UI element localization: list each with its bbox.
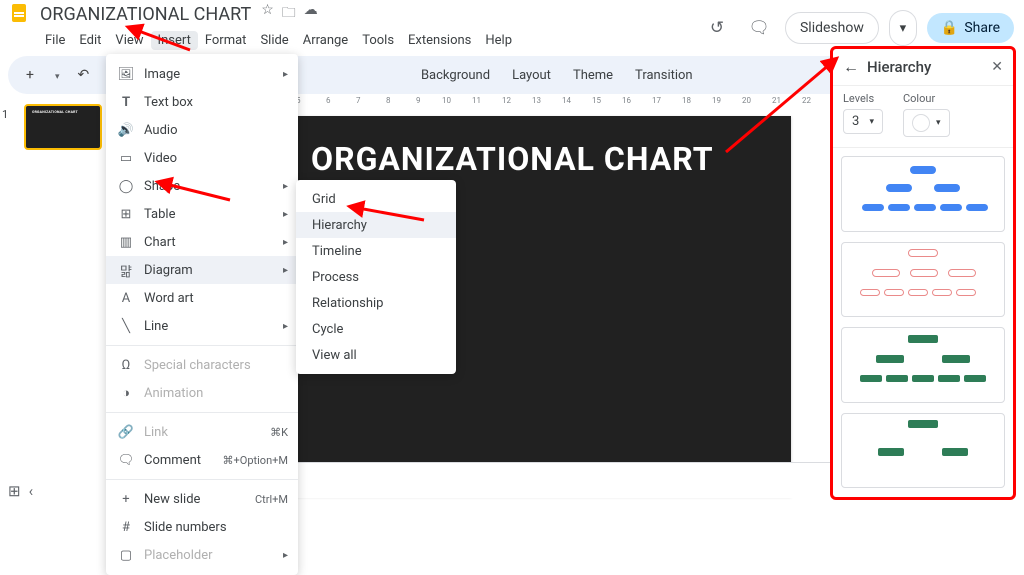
menu-item-shape[interactable]: ◯Shape▸ (106, 172, 298, 200)
levels-label: Levels (843, 92, 883, 105)
new-slide-button[interactable]: + (20, 63, 40, 87)
submenu-cycle[interactable]: Cycle (296, 316, 456, 342)
video-icon: ▭ (118, 151, 134, 166)
line-icon: ╲ (118, 319, 134, 334)
explore-icon[interactable]: ⊞ (8, 482, 21, 500)
collapse-filmstrip-icon[interactable]: ‹ (29, 482, 34, 500)
textbox-icon: 𝐓 (118, 95, 134, 110)
menu-item-textbox[interactable]: 𝐓Text box (106, 88, 298, 116)
slide-thumbnail[interactable]: ORGANIZATIONAL CHART (24, 104, 102, 150)
diagram-icon: 먊 (118, 261, 134, 280)
toolbar-layout[interactable]: Layout (504, 64, 559, 87)
menu-item-new-slide[interactable]: +New slideCtrl+M (106, 485, 298, 513)
filmstrip: 1 ORGANIZATIONAL CHART (0, 96, 106, 508)
menu-item-audio[interactable]: 🔊Audio (106, 116, 298, 144)
submenu-hierarchy[interactable]: Hierarchy (296, 212, 456, 238)
colour-selector[interactable]: ▾ (903, 109, 950, 137)
document-title[interactable]: ORGANIZATIONAL CHART (36, 4, 255, 25)
slides-logo[interactable] (8, 2, 32, 26)
menu-extensions[interactable]: Extensions (401, 31, 478, 50)
close-icon[interactable]: ✕ (991, 59, 1003, 75)
table-icon: ⊞ (118, 207, 134, 222)
menu-item-link: 🔗Link⌘K (106, 418, 298, 446)
slideshow-button[interactable]: Slideshow (785, 12, 879, 44)
comment-icon: 🗨 (118, 453, 134, 468)
toolbar-theme[interactable]: Theme (565, 64, 621, 87)
menu-item-line[interactable]: ╲Line▸ (106, 312, 298, 340)
template-hierarchy-2[interactable] (841, 242, 1005, 318)
omega-icon: Ω (118, 358, 134, 373)
numbers-icon: # (118, 520, 134, 535)
animation-icon: ◑ (118, 385, 134, 401)
menu-item-table[interactable]: ⊞Table▸ (106, 200, 298, 228)
menu-format[interactable]: Format (198, 31, 254, 50)
star-icon[interactable]: ☆ (261, 2, 274, 26)
menu-item-chart[interactable]: ▥Chart▸ (106, 228, 298, 256)
history-icon[interactable]: ↺ (701, 12, 733, 44)
template-hierarchy-4[interactable] (841, 413, 1005, 489)
insert-menu-dropdown: 🖼Image▸ 𝐓Text box 🔊Audio ▭Video ◯Shape▸ … (106, 54, 298, 575)
move-icon[interactable]: 🗀 (282, 2, 296, 26)
menu-item-special-characters: ΩSpecial characters (106, 351, 298, 379)
menu-item-diagram[interactable]: 먊Diagram▸ (106, 256, 298, 284)
levels-selector[interactable]: 3▾ (843, 109, 883, 134)
menu-slide[interactable]: Slide (253, 31, 295, 50)
color-swatch (912, 114, 930, 132)
audio-icon: 🔊 (118, 123, 134, 138)
submenu-process[interactable]: Process (296, 264, 456, 290)
template-hierarchy-1[interactable] (841, 156, 1005, 232)
comments-icon[interactable]: 🗨 (743, 12, 775, 44)
new-slide-dropdown[interactable] (46, 63, 66, 87)
toolbar-background[interactable]: Background (413, 64, 498, 87)
share-button[interactable]: 🔒Share (927, 13, 1014, 43)
slide-title-text[interactable]: ORGANIZATIONAL CHART (311, 140, 714, 178)
image-icon: 🖼 (118, 67, 134, 82)
wordart-icon: A (118, 291, 134, 306)
diagram-sidebar: ← Hierarchy ✕ Levels 3▾ Colour ▾ (830, 46, 1016, 500)
menu-arrange[interactable]: Arrange (296, 31, 355, 50)
menu-tools[interactable]: Tools (355, 31, 401, 50)
menu-item-slide-numbers[interactable]: #Slide numbers (106, 513, 298, 541)
menu-item-video[interactable]: ▭Video (106, 144, 298, 172)
menu-insert[interactable]: Insert (151, 31, 198, 50)
menu-item-placeholder: ▢Placeholder▸ (106, 541, 298, 569)
slide-number: 1 (2, 108, 8, 121)
menu-item-animation: ◑Animation (106, 379, 298, 407)
submenu-relationship[interactable]: Relationship (296, 290, 456, 316)
diagram-submenu: Grid Hierarchy Timeline Process Relation… (296, 180, 456, 374)
plus-icon: + (118, 492, 134, 507)
slideshow-dropdown[interactable]: ▾ (889, 10, 917, 46)
undo-button[interactable]: ↶ (71, 63, 95, 87)
placeholder-icon: ▢ (118, 548, 134, 563)
menu-file[interactable]: File (38, 31, 72, 50)
menu-item-comment[interactable]: 🗨Comment⌘+Option+M (106, 446, 298, 474)
menu-item-wordart[interactable]: AWord art (106, 284, 298, 312)
menu-item-image[interactable]: 🖼Image▸ (106, 60, 298, 88)
template-hierarchy-3[interactable] (841, 327, 1005, 403)
cloud-status-icon: ☁ (304, 2, 318, 26)
sidebar-title: Hierarchy (867, 58, 931, 76)
menu-help[interactable]: Help (478, 31, 519, 50)
colour-label: Colour (903, 92, 950, 105)
back-icon[interactable]: ← (843, 57, 859, 77)
toolbar-transition[interactable]: Transition (627, 64, 701, 87)
submenu-timeline[interactable]: Timeline (296, 238, 456, 264)
chart-icon: ▥ (118, 235, 134, 250)
lock-icon: 🔒 (941, 20, 958, 36)
submenu-grid[interactable]: Grid (296, 186, 456, 212)
menu-view[interactable]: View (108, 31, 150, 50)
link-icon: 🔗 (118, 425, 134, 440)
shape-icon: ◯ (118, 179, 134, 194)
menu-edit[interactable]: Edit (72, 31, 108, 50)
submenu-viewall[interactable]: View all (296, 342, 456, 368)
